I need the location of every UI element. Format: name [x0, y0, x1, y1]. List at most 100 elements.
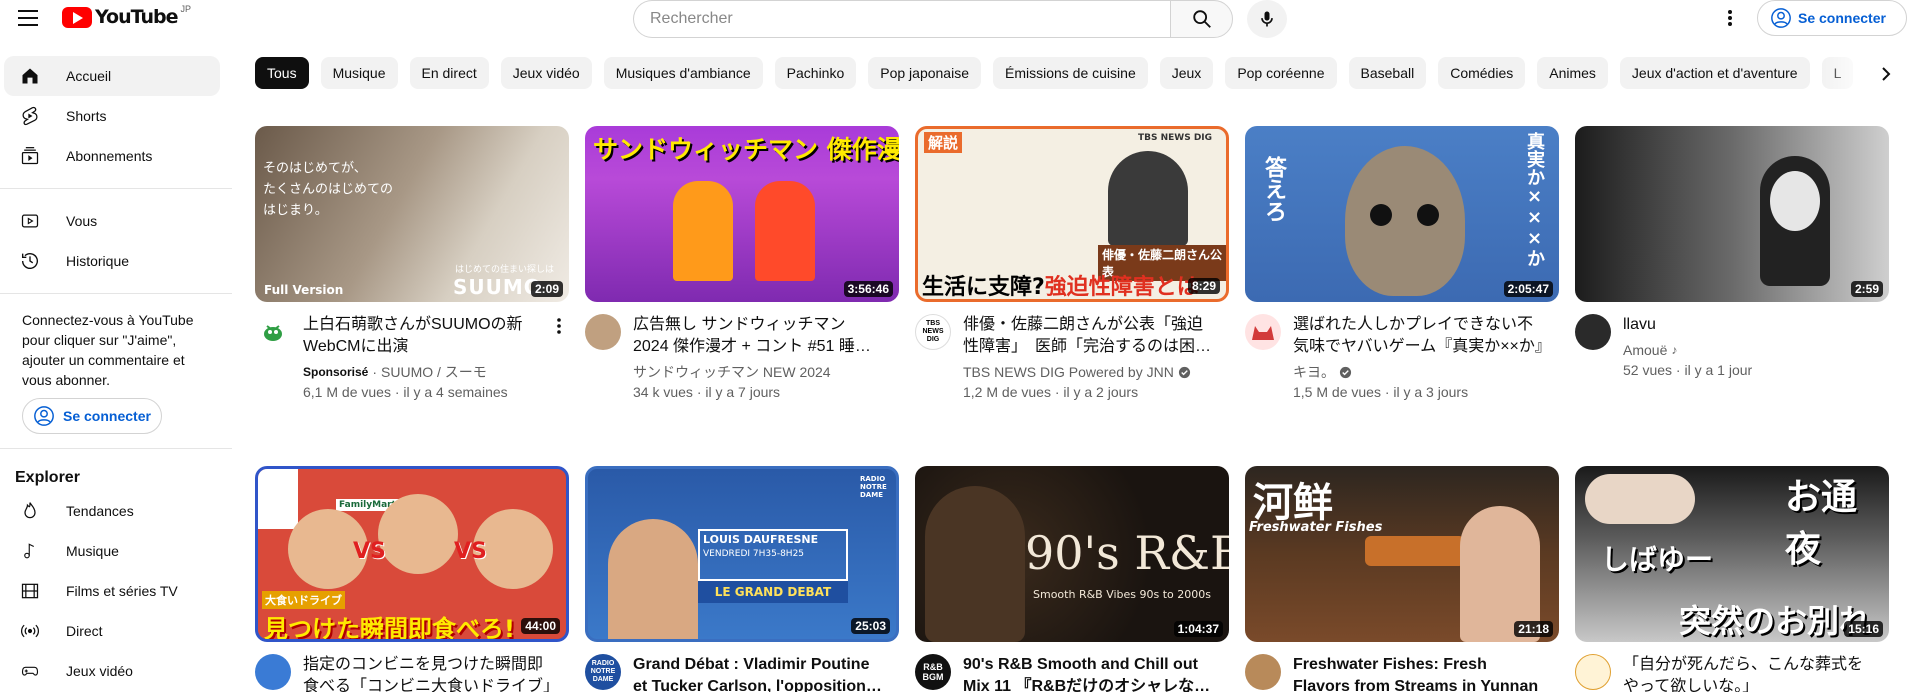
- sidebar-item-gaming[interactable]: Jeux vidéo: [4, 651, 220, 691]
- signin-button[interactable]: Se connecter: [1757, 0, 1907, 36]
- filter-chips-bar: Tous Musique En direct Jeux vidéo Musiqu…: [255, 57, 1875, 91]
- thumbnail-caption: そのはじめてが、 たくさんのはじめての はじまり。: [263, 161, 394, 218]
- video-stats: 6,1 M de vues · il y a 4 semaines: [303, 384, 508, 400]
- search-input[interactable]: [633, 0, 1170, 38]
- top-bar: YouTube JP Se connecter: [0, 0, 1911, 38]
- sidebar-item-home[interactable]: Accueil: [4, 56, 220, 96]
- logo-text: YouTube: [95, 6, 178, 28]
- chip-ambient-music[interactable]: Musiques d'ambiance: [603, 57, 763, 89]
- chip-games[interactable]: Jeux: [1159, 57, 1214, 89]
- video-title[interactable]: 俳優・佐藤二朗さんが公表「強迫性障害」 医師「完治するのは困難」: [963, 314, 1215, 358]
- channel-avatar[interactable]: TBS NEWS DIG: [915, 314, 951, 350]
- video-title[interactable]: 広告無し サンドウィッチマン 2024 傑作漫才 + コント #51 睡眠用作業…: [633, 314, 885, 358]
- trending-icon: [18, 499, 42, 523]
- chip-kpop[interactable]: Pop coréenne: [1225, 57, 1337, 89]
- menu-icon[interactable]: [14, 6, 42, 30]
- sidebar-item-shorts[interactable]: Shorts: [4, 96, 220, 136]
- channel-line: Sponsorisé · SUUMO / スーモ: [303, 362, 555, 382]
- sidebar-item-music[interactable]: Musique: [4, 531, 220, 571]
- search-button[interactable]: [1170, 0, 1233, 38]
- thumbnail-person: [608, 519, 698, 639]
- video-thumbnail[interactable]: 2:59: [1575, 126, 1889, 302]
- voice-search-button[interactable]: [1247, 0, 1287, 38]
- sidebar-item-films[interactable]: Films et séries TV: [4, 571, 220, 611]
- channel-avatar[interactable]: [1245, 654, 1281, 690]
- thumbnail-character: [1345, 146, 1465, 296]
- channel-line: キヨ。: [1293, 362, 1545, 382]
- sidebar-item-live[interactable]: Direct: [4, 611, 220, 651]
- video-thumbnail[interactable]: 答えろ 真実か×××か 2:05:47: [1245, 126, 1559, 302]
- sidebar-item-label: Historique: [66, 253, 130, 269]
- video-stats: 1,5 M de vues · il y a 3 jours: [1293, 384, 1469, 400]
- chip-live[interactable]: En direct: [409, 57, 489, 89]
- chip-comedies[interactable]: Comédies: [1438, 57, 1526, 89]
- thumbnail-person: [1585, 474, 1695, 524]
- verified-icon: [1178, 366, 1190, 378]
- video-title[interactable]: Grand Débat : Vladimir Poutine et Tucker…: [633, 654, 885, 692]
- video-title[interactable]: llavu: [1623, 314, 1875, 336]
- video-thumbnail[interactable]: 解説 TBS NEWS DIG 俳優・佐藤二朗さん公表 生活に支障?強迫性障害と…: [915, 126, 1229, 302]
- thumbnail-title: LE GRAND DEBAT: [698, 581, 848, 603]
- channel-name[interactable]: キヨ。: [1293, 362, 1335, 382]
- video-thumbnail[interactable]: 90's R&B Smooth R&B Vibes 90s to 2000s 1…: [915, 466, 1229, 642]
- chip-cooking-shows[interactable]: Émissions de cuisine: [993, 57, 1148, 89]
- channel-name[interactable]: TBS NEWS DIG Powered by JNN: [963, 362, 1174, 382]
- video-title[interactable]: 「自分が死んだら、こんな葬式をやって欲しいな。」: [1623, 654, 1875, 692]
- sidebar-signin-button[interactable]: Se connecter: [22, 398, 162, 434]
- gaming-icon: [18, 659, 42, 683]
- channel-avatar[interactable]: [255, 314, 291, 350]
- channel-name[interactable]: Amouë: [1623, 340, 1667, 360]
- video-title[interactable]: 指定のコンビニを見つけた瞬間即食べる「コンビニ大食いドライブ」: [303, 654, 555, 692]
- sidebar-item-you[interactable]: Vous: [4, 201, 220, 241]
- video-card: 2:59 llavu Amouë ♪ 52 vues · il y a 1 jo…: [1575, 126, 1889, 380]
- settings-kebab-button[interactable]: [1718, 6, 1742, 30]
- search-icon: [1192, 10, 1211, 28]
- channel-avatar[interactable]: [1575, 654, 1611, 690]
- video-thumbnail[interactable]: RADIO NOTRE DAME LOUIS DAUFRESNE VENDRED…: [585, 466, 899, 642]
- channel-avatar[interactable]: RADIO NOTRE DAME: [585, 654, 621, 690]
- channel-avatar[interactable]: [1245, 314, 1281, 350]
- music-icon: [18, 539, 42, 563]
- chip-video-games[interactable]: Jeux vidéo: [500, 57, 592, 89]
- chip-jpop[interactable]: Pop japonaise: [868, 57, 981, 89]
- video-stats: 34 k vues · il y a 7 jours: [633, 384, 781, 400]
- video-title[interactable]: Freshwater Fishes: Fresh Flavors from St…: [1293, 654, 1545, 692]
- video-thumbnail[interactable]: サンドウィッチマン 傑作漫才 3:56:46: [585, 126, 899, 302]
- sidebar-item-trending[interactable]: Tendances: [4, 491, 220, 531]
- chip-action-adventure-games[interactable]: Jeux d'action et d'aventure: [1619, 57, 1810, 89]
- video-thumbnail[interactable]: 河鲜 Freshwater Fishes 21:18: [1245, 466, 1559, 642]
- video-menu-button[interactable]: [549, 314, 569, 338]
- duration-badge: 15:16: [1844, 621, 1883, 637]
- chip-all[interactable]: Tous: [255, 57, 309, 89]
- video-title[interactable]: 選ばれた人しかプレイできない不気味でヤバいゲーム『真実か××か』: [1293, 314, 1545, 358]
- youtube-logo[interactable]: YouTube JP: [62, 4, 191, 28]
- duration-badge: 25:03: [851, 618, 890, 634]
- channel-avatar[interactable]: R&B BGM: [915, 654, 951, 690]
- chip-baseball[interactable]: Baseball: [1348, 57, 1427, 89]
- music-note-icon: ♪: [1671, 343, 1678, 357]
- sponsored-label: Sponsorisé: [303, 365, 369, 379]
- channel-name[interactable]: SUUMO / スーモ: [381, 362, 487, 382]
- sidebar-item-subscriptions[interactable]: Abonnements: [4, 136, 220, 176]
- video-thumbnail[interactable]: FamilyMart VS VS 大食いドライブ 見つけた瞬間即食べろ! 44:…: [255, 466, 569, 642]
- you-icon: [18, 209, 42, 233]
- channel-line: Amouë ♪: [1623, 340, 1875, 360]
- chips-next-button[interactable]: [1870, 58, 1902, 90]
- channel-avatar[interactable]: [585, 314, 621, 350]
- video-thumbnail[interactable]: お通夜 しばゆー 突然のお別れ 15:16: [1575, 466, 1889, 642]
- sidebar-item-history[interactable]: Historique: [4, 241, 220, 281]
- channel-avatar[interactable]: [1575, 314, 1611, 350]
- channel-avatar[interactable]: [255, 654, 291, 690]
- chip-music[interactable]: Musique: [320, 57, 398, 89]
- home-icon: [18, 64, 42, 88]
- sidebar-item-label: Vous: [66, 213, 98, 229]
- video-title[interactable]: 90's R&B Smooth and Chill out Mix 11 『R&…: [963, 654, 1215, 692]
- chip-anime[interactable]: Animes: [1537, 57, 1608, 89]
- channel-name[interactable]: サンドウィッチマン NEW 2024: [633, 362, 885, 382]
- video-card: RADIO NOTRE DAME LOUIS DAUFRESNE VENDRED…: [585, 466, 899, 692]
- explore-heading: Explorer: [15, 469, 80, 486]
- video-title[interactable]: 上白石萌歌さんがSUUMOの新WebCMに出演: [303, 314, 555, 358]
- sidebar-item-label: Abonnements: [66, 148, 153, 164]
- chip-pachinko[interactable]: Pachinko: [774, 57, 857, 89]
- video-thumbnail[interactable]: そのはじめてが、 たくさんのはじめての はじまり。 はじめての住まい探しは SU…: [255, 126, 569, 302]
